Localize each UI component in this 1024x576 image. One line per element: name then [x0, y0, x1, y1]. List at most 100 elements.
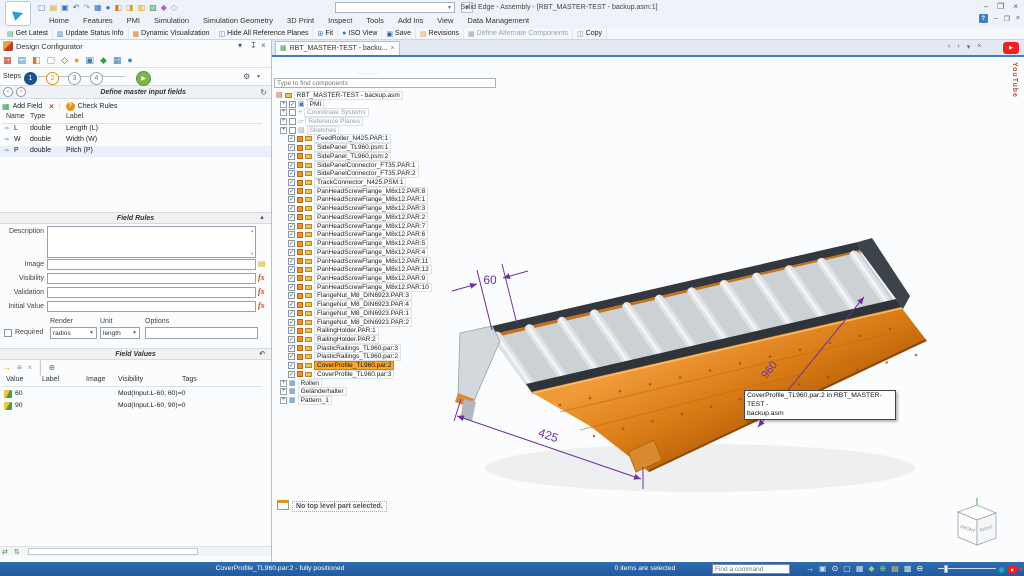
- show-checkbox[interactable]: ✓: [288, 327, 295, 334]
- field-row-L[interactable]: ⇒LdoubleLength (L): [0, 124, 271, 135]
- show-checkbox[interactable]: ✓: [289, 101, 296, 108]
- add-field-button[interactable]: Add Field: [13, 103, 43, 110]
- show-checkbox[interactable]: ✓: [288, 205, 295, 212]
- show-checkbox[interactable]: ✓: [288, 231, 295, 238]
- revisions-button[interactable]: ▤Revisions: [416, 28, 464, 39]
- measure-icon[interactable]: ◆: [161, 3, 167, 12]
- close-button[interactable]: ×: [1013, 2, 1018, 11]
- grid-view-icon[interactable]: ▦: [856, 564, 864, 574]
- show-checkbox[interactable]: ✓: [288, 362, 295, 369]
- show-checkbox[interactable]: ✓: [288, 240, 295, 247]
- show-checkbox[interactable]: [289, 127, 296, 134]
- tree-item-label[interactable]: PanHeadScrewFlange_M8x12.PAR:2: [314, 213, 428, 222]
- copy-button[interactable]: ◫Copy: [573, 28, 607, 39]
- validation-input[interactable]: [47, 287, 256, 298]
- tree-item[interactable]: ✓SidePanel_TL960.psm:2: [274, 152, 504, 161]
- tree-item[interactable]: ✓SidePanelConnector_FT35.PAR:1: [274, 161, 504, 170]
- tree-item-label[interactable]: RailingHolder.PAR:2: [314, 335, 379, 344]
- check-rules-button[interactable]: Check Rules: [78, 103, 118, 110]
- define-alternate-components-button[interactable]: ▦Define Alternate Components: [464, 28, 573, 39]
- show-checkbox[interactable]: ✓: [288, 153, 295, 160]
- ribbon-tab-home[interactable]: Home: [42, 13, 76, 28]
- show-checkbox[interactable]: ✓: [288, 170, 295, 177]
- ribbon-tab-simulation[interactable]: Simulation: [147, 13, 196, 28]
- view-cube[interactable]: FRONT RIGHT: [958, 498, 996, 545]
- show-checkbox[interactable]: [289, 118, 296, 125]
- refresh-icon[interactable]: ↻: [260, 88, 267, 97]
- ribbon-tab-features[interactable]: Features: [76, 13, 120, 28]
- show-checkbox[interactable]: ✓: [288, 353, 295, 360]
- tree-item[interactable]: ✓PanHeadScrewFlange_M8x12.PAR:6: [274, 231, 504, 240]
- style-icon[interactable]: ◨: [126, 3, 134, 12]
- scroll-tabs-left-icon[interactable]: ‹: [948, 43, 950, 51]
- tree-item[interactable]: +▦Rollen: [274, 379, 504, 388]
- document-tab[interactable]: ▦ RBT_MASTER-TEST - backu... ×: [275, 41, 400, 55]
- tree-item[interactable]: ✓PanHeadScrewFlange_M8x12.PAR:3: [274, 204, 504, 213]
- browse-image-icon[interactable]: ▤: [258, 259, 266, 268]
- tree-item[interactable]: ✓PanHeadScrewFlange_M8x12.PAR:5: [274, 239, 504, 248]
- visibility-input[interactable]: [47, 273, 256, 284]
- palette-icon[interactable]: ●: [74, 55, 79, 65]
- tree-item-label[interactable]: Pattern_1: [298, 396, 332, 405]
- field-rules-header[interactable]: Field Rules ▲: [0, 212, 271, 224]
- validation-formula-icon[interactable]: fx: [258, 287, 265, 296]
- tree-item-label[interactable]: PanHeadScrewFlange_M8x12.PAR:9: [314, 274, 428, 283]
- dynamic-visualization-button[interactable]: ▦Dynamic Visualization: [129, 28, 215, 39]
- show-checkbox[interactable]: ✓: [288, 249, 295, 256]
- expand-icon[interactable]: +: [280, 109, 287, 116]
- help-button[interactable]: ?: [979, 14, 988, 23]
- doc-restore-button[interactable]: ❐: [1004, 15, 1010, 23]
- configurator-icon[interactable]: ▦: [3, 55, 12, 66]
- initial-value-input[interactable]: [47, 301, 256, 312]
- step-3-button[interactable]: 3: [68, 72, 81, 85]
- tree-item[interactable]: ✓PanHeadScrewFlange_M8x12.PAR:11: [274, 257, 504, 266]
- tree-item-label[interactable]: Geländerhalter: [298, 387, 347, 396]
- add-view-icon[interactable]: ⊕: [880, 564, 887, 574]
- collapse-icon[interactable]: ▲: [259, 213, 265, 224]
- chevron-down-icon[interactable]: ▼: [256, 74, 261, 80]
- ribbon-tab-pmi[interactable]: PMI: [120, 13, 147, 28]
- doc-close-button[interactable]: ×: [1016, 15, 1020, 22]
- step-2-button[interactable]: 2: [46, 72, 59, 85]
- tree-item-label[interactable]: FeedRoller_N425.PAR:1: [314, 134, 391, 143]
- show-checkbox[interactable]: ✓: [288, 179, 295, 186]
- tree-item[interactable]: ✓PanHeadScrewFlange_M8x12.PAR:7: [274, 222, 504, 231]
- tree-item[interactable]: ✓FlangeNut_M8_DIN6923.PAR:4: [274, 300, 504, 309]
- tree-item[interactable]: ✓PlasticRailings_TL960.par:3: [274, 344, 504, 353]
- show-checkbox[interactable]: ✓: [288, 214, 295, 221]
- tree-item[interactable]: ✓RailingHolder.PAR:1: [274, 326, 504, 335]
- field-row-W[interactable]: ⇒WdoubleWidth (W): [0, 135, 271, 146]
- show-checkbox[interactable]: ✓: [288, 162, 295, 169]
- zoom-area-icon[interactable]: ⊙: [832, 564, 839, 574]
- show-checkbox[interactable]: ✓: [288, 284, 295, 291]
- youtube-icon[interactable]: ▶: [1003, 42, 1019, 54]
- connect-icon[interactable]: ◇: [61, 55, 68, 66]
- show-checkbox[interactable]: ✓: [288, 223, 295, 230]
- export-icon[interactable]: ▤: [18, 55, 27, 66]
- swap-icon[interactable]: ⇅: [14, 548, 20, 556]
- tree-item-label[interactable]: FlangeNut_M8_DIN6923.PAR:3: [314, 291, 412, 300]
- find-command-input[interactable]: [712, 564, 790, 574]
- tree-item-label[interactable]: FlangeNut_M8_DIN6923.PAR:2: [314, 318, 412, 327]
- part-link-icon[interactable]: ◧: [32, 55, 41, 66]
- tree-item[interactable]: ✓FlangeNut_M8_DIN6923.PAR:2: [274, 318, 504, 327]
- tree-item-label[interactable]: Sketches: [307, 126, 340, 135]
- sync-icon[interactable]: ⇄: [2, 548, 8, 556]
- zoom-out-icon[interactable]: ⊖: [916, 564, 923, 574]
- component-search-input[interactable]: [274, 78, 496, 88]
- tree-item[interactable]: ✓CoverProfile_TL960.par:3: [274, 370, 504, 379]
- goto-arrow-icon[interactable]: →: [806, 564, 814, 574]
- next-step-button[interactable]: ›: [16, 87, 26, 97]
- hide-all-reference-planes-button[interactable]: ◫Hide All Reference Planes: [215, 28, 314, 39]
- image-input[interactable]: [47, 259, 256, 270]
- close-panel-icon[interactable]: ×: [261, 41, 266, 50]
- youtube-status-icon[interactable]: ▶: [1008, 566, 1017, 573]
- panel-hscrollbar[interactable]: ⇄ ⇅: [0, 546, 271, 556]
- tree-item[interactable]: ✓TrackConnector_N425.PSM:1: [274, 178, 504, 187]
- minimize-button[interactable]: –: [984, 2, 988, 11]
- camera-icon[interactable]: ▢: [47, 55, 56, 66]
- zoom-window-icon[interactable]: ▢: [843, 564, 851, 574]
- tree-item[interactable]: +✓▣PMI: [274, 100, 504, 109]
- show-checkbox[interactable]: ✓: [288, 336, 295, 343]
- shaded-view-icon[interactable]: ●: [106, 3, 111, 12]
